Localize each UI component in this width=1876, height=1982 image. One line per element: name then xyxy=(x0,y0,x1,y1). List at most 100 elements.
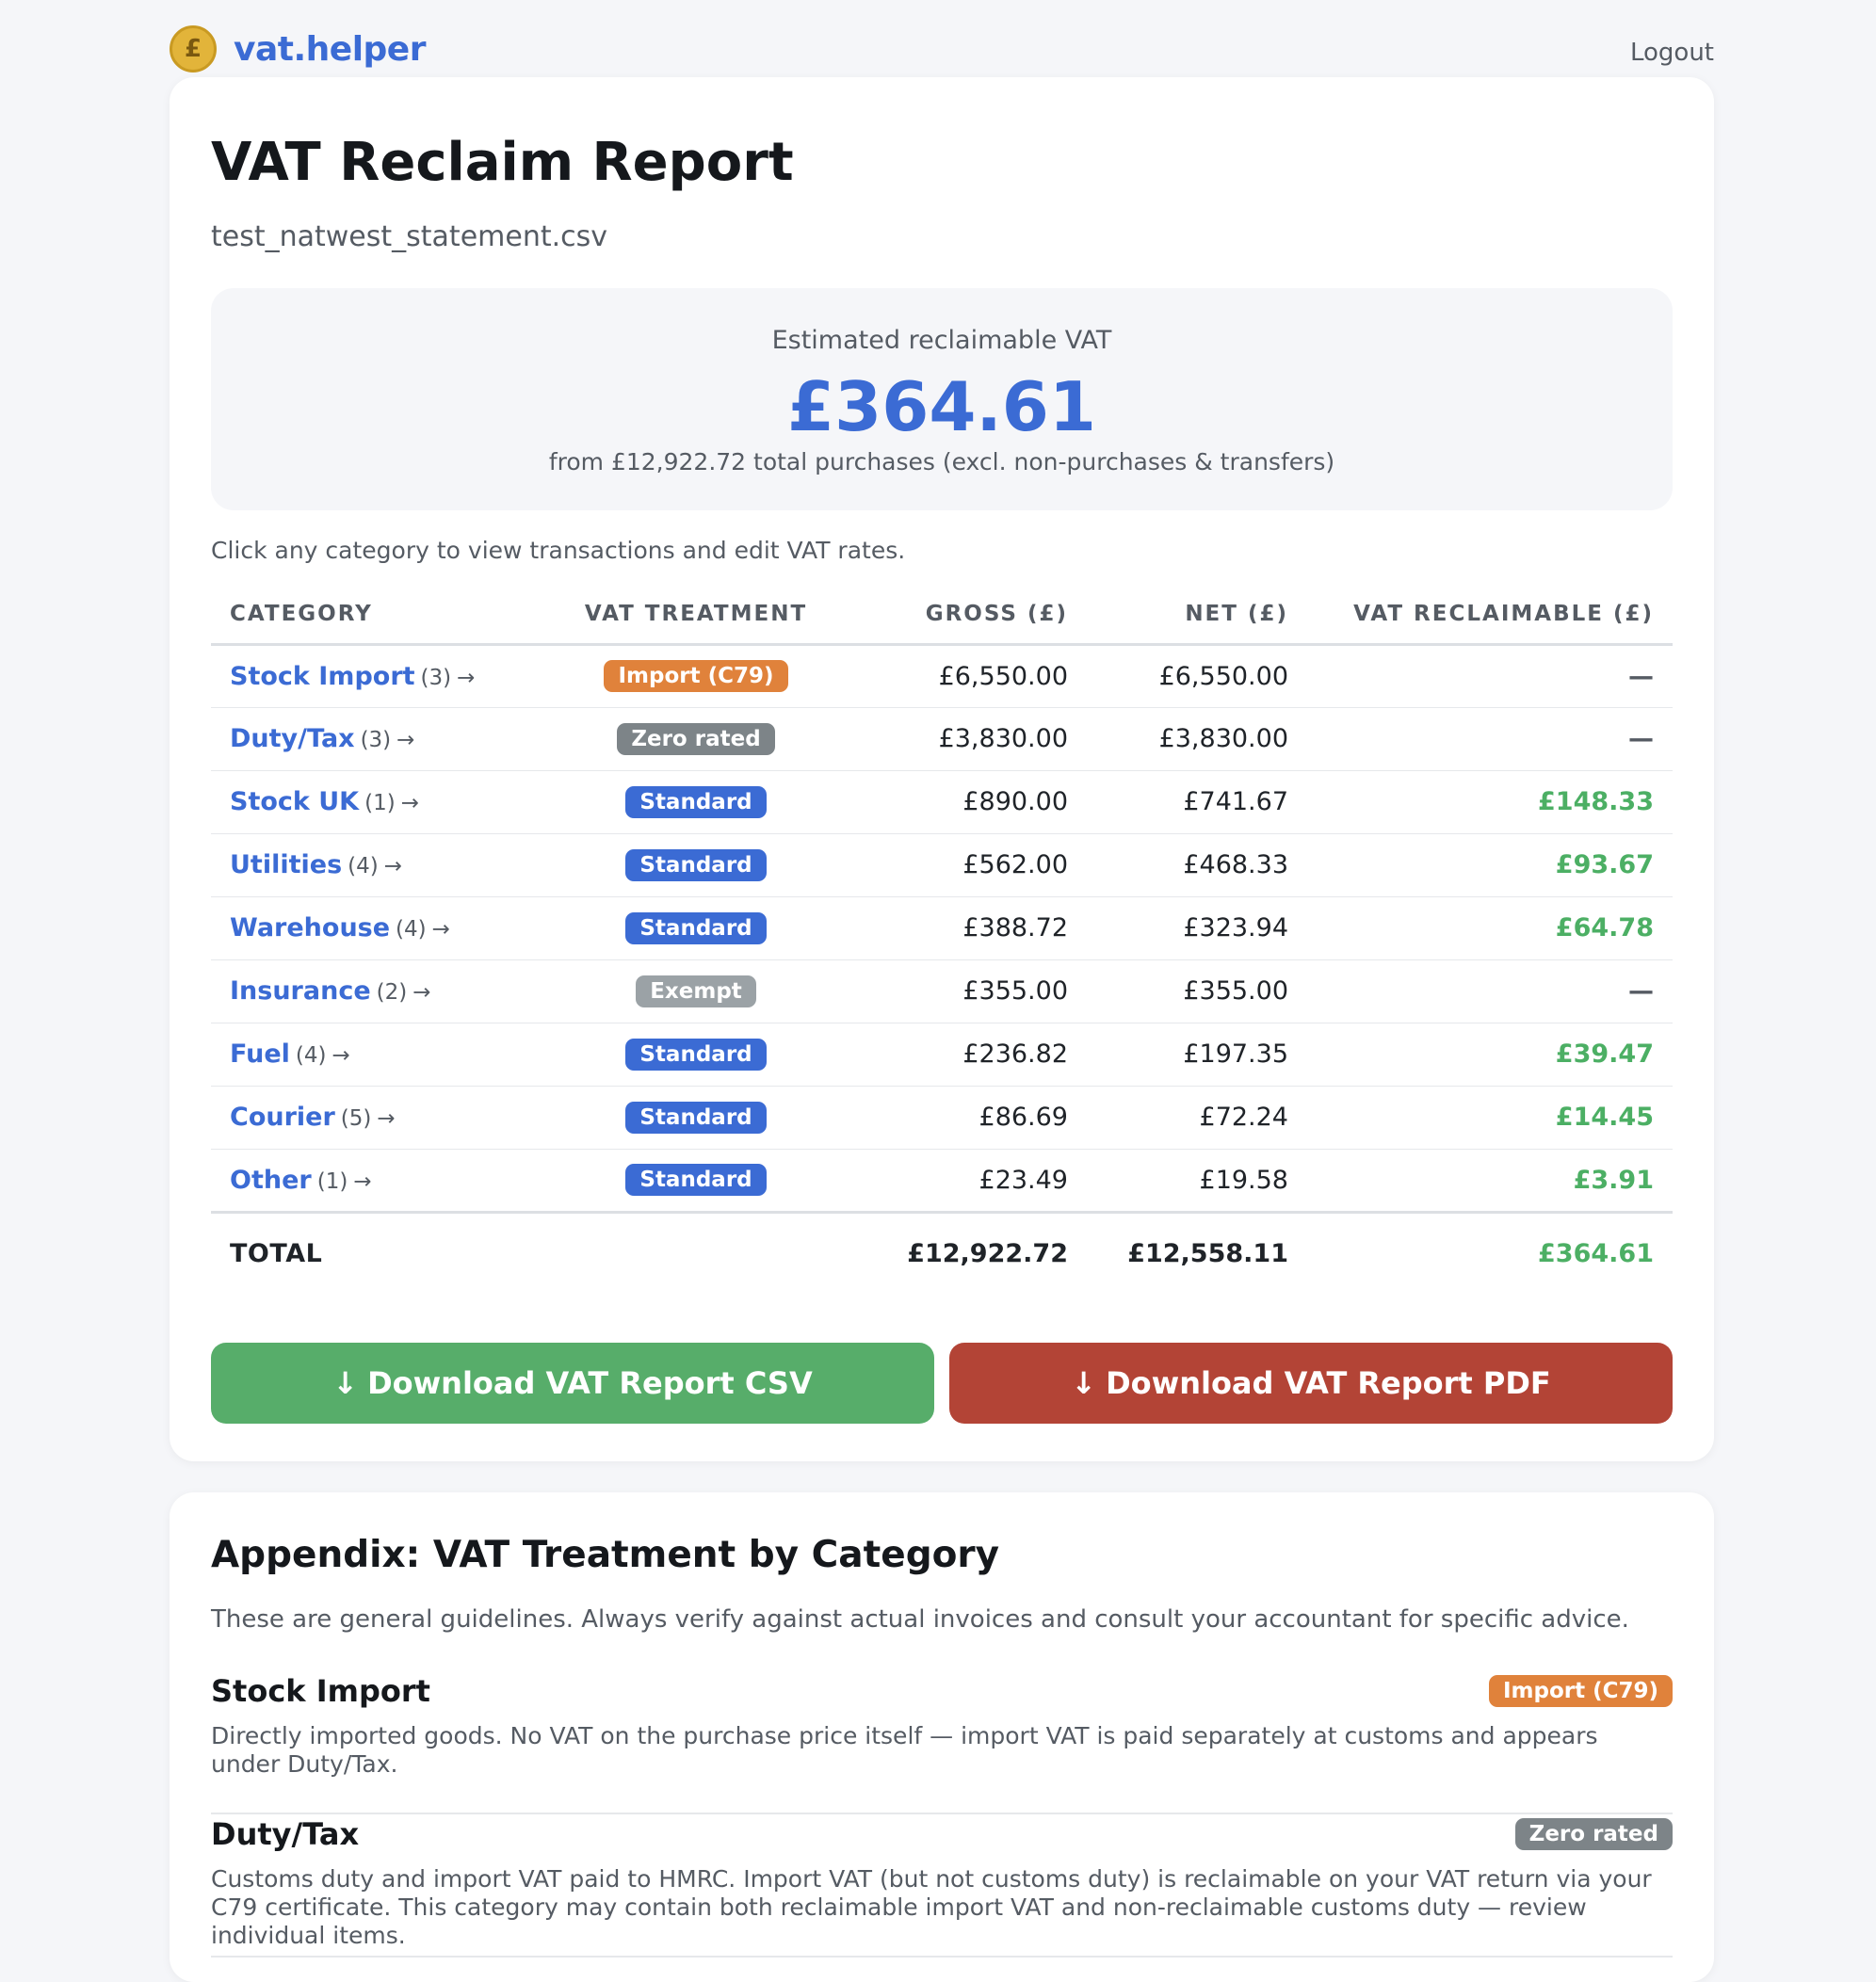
table-row[interactable]: Duty/Tax (3) → Zero rated £3,830.00 £3,830… xyxy=(211,707,1673,771)
treatment-badge: Standard xyxy=(625,1164,767,1196)
net-cell: £355.00 xyxy=(1087,959,1307,1023)
gross-cell: £562.00 xyxy=(842,833,1087,897)
table-header-row: CATEGORY VAT TREATMENT GROSS (£) NET (£)… xyxy=(211,586,1673,646)
category-link[interactable]: Warehouse xyxy=(230,913,390,943)
total-gross: £12,922.72 xyxy=(907,1239,1068,1269)
column-header-vat-reclaimable: VAT RECLAIMABLE (£) xyxy=(1307,586,1673,646)
page-title: VAT Reclaim Report xyxy=(211,132,794,193)
download-pdf-button[interactable]: ↓ Download VAT Report PDF xyxy=(949,1343,1673,1424)
treatment-badge: Import (C79) xyxy=(604,660,788,692)
total-row: TOTAL £12,922.72 £12,558.11 £364.61 xyxy=(211,1212,1673,1295)
column-header-treatment: VAT TREATMENT xyxy=(550,586,842,646)
total-label: TOTAL xyxy=(230,1239,323,1269)
vat-cell: £64.78 xyxy=(1307,896,1673,960)
net-cell: £3,830.00 xyxy=(1087,707,1307,771)
treatment-badge: Standard xyxy=(625,1101,767,1134)
appendix-title: Appendix: VAT Treatment by Category xyxy=(211,1534,1000,1576)
category-link[interactable]: Insurance xyxy=(230,976,371,1006)
treatment-badge: Zero rated xyxy=(617,722,775,755)
category-count: (2) xyxy=(376,980,408,1005)
vat-cell: — xyxy=(1307,959,1673,1023)
vat-cell: £14.45 xyxy=(1307,1086,1673,1150)
net-cell: £72.24 xyxy=(1087,1086,1307,1150)
column-header-category: CATEGORY xyxy=(211,586,550,646)
table-row[interactable]: Courier (5) → Standard £86.69 £72.24 £14.4… xyxy=(211,1086,1673,1150)
category-count: (3) xyxy=(420,665,452,690)
arrow-right-icon: → xyxy=(377,1106,396,1131)
net-cell: £197.35 xyxy=(1087,1023,1307,1087)
category-link[interactable]: Utilities xyxy=(230,850,342,879)
table-row[interactable]: Utilities (4) → Standard £562.00 £468.33 £… xyxy=(211,833,1673,897)
category-link[interactable]: Stock Import xyxy=(230,662,415,691)
category-link[interactable]: Stock UK xyxy=(230,787,359,816)
arrow-right-icon: → xyxy=(353,1168,372,1194)
net-cell: £741.67 xyxy=(1087,770,1307,834)
brand[interactable]: £ vat.helper xyxy=(170,25,426,73)
gross-cell: £3,830.00 xyxy=(842,707,1087,771)
logout-link[interactable]: Logout xyxy=(1630,39,1714,67)
summary-subtext: from £12,922.72 total purchases (excl. n… xyxy=(548,448,1335,475)
appendix-card: Appendix: VAT Treatment by Category Thes… xyxy=(170,1492,1714,1982)
category-count: (4) xyxy=(396,917,427,942)
net-cell: £468.33 xyxy=(1087,833,1307,897)
download-arrow-icon: ↓ xyxy=(1071,1365,1097,1401)
vat-summary-panel: Estimated reclaimable VAT £364.61 from £… xyxy=(211,288,1673,510)
brand-name: vat.helper xyxy=(234,29,426,69)
arrow-right-icon: → xyxy=(400,791,419,815)
net-cell: £6,550.00 xyxy=(1087,644,1307,708)
report-filename: test_natwest_statement.csv xyxy=(211,220,608,253)
report-card: VAT Reclaim Report test_natwest_statemen… xyxy=(170,77,1714,1461)
category-count: (1) xyxy=(364,791,396,815)
download-csv-button[interactable]: ↓ Download VAT Report CSV xyxy=(211,1343,934,1424)
category-count: (4) xyxy=(295,1043,327,1068)
download-pdf-label: Download VAT Report PDF xyxy=(1106,1365,1551,1401)
gross-cell: £890.00 xyxy=(842,770,1087,834)
category-link[interactable]: Duty/Tax xyxy=(230,724,355,753)
download-csv-label: Download VAT Report CSV xyxy=(367,1365,813,1401)
arrow-right-icon: → xyxy=(396,728,415,752)
category-link[interactable]: Other xyxy=(230,1166,312,1195)
table-hint: Click any category to view transactions … xyxy=(211,537,906,564)
vat-cell: £3.91 xyxy=(1307,1149,1673,1214)
category-link[interactable]: Courier xyxy=(230,1103,335,1132)
summary-amount: £364.61 xyxy=(787,367,1096,446)
appendix-item: Duty/Tax Zero rated Customs duty and imp… xyxy=(211,1816,1673,1958)
gross-cell: £355.00 xyxy=(842,959,1087,1023)
download-arrow-icon: ↓ xyxy=(332,1365,359,1401)
table-row[interactable]: Other (1) → Standard £23.49 £19.58 £3.91 xyxy=(211,1149,1673,1214)
appendix-item-name: Duty/Tax xyxy=(211,1816,360,1852)
table-row[interactable]: Warehouse (4) → Standard £388.72 £323.94 £… xyxy=(211,896,1673,960)
vat-cell: — xyxy=(1307,644,1673,708)
column-header-net: NET (£) xyxy=(1087,586,1307,646)
vat-cell: £93.67 xyxy=(1307,833,1673,897)
table-row[interactable]: Stock Import (3) → Import (C79) £6,550.00 … xyxy=(211,644,1673,708)
gross-cell: £23.49 xyxy=(842,1149,1087,1214)
table-row[interactable]: Fuel (4) → Standard £236.82 £197.35 £39.47 xyxy=(211,1023,1673,1087)
treatment-badge: Standard xyxy=(625,848,767,881)
category-count: (1) xyxy=(316,1168,348,1194)
gross-cell: £388.72 xyxy=(842,896,1087,960)
category-count: (5) xyxy=(340,1106,372,1131)
net-cell: £323.94 xyxy=(1087,896,1307,960)
appendix-item-description: Directly imported goods. No VAT on the p… xyxy=(211,1722,1598,1778)
arrow-right-icon: → xyxy=(431,917,450,942)
vat-cell: — xyxy=(1307,707,1673,771)
column-header-gross: GROSS (£) xyxy=(842,586,1087,646)
total-vat-reclaimable: £364.61 xyxy=(1538,1239,1654,1269)
gross-cell: £6,550.00 xyxy=(842,644,1087,708)
appendix-item-description: Customs duty and import VAT paid to HMRC… xyxy=(211,1865,1652,1949)
table-row[interactable]: Stock UK (1) → Standard £890.00 £741.67 £1… xyxy=(211,770,1673,834)
appendix-item-name: Stock Import xyxy=(211,1673,430,1709)
arrow-right-icon: → xyxy=(412,980,431,1005)
top-bar: £ vat.helper Logout xyxy=(170,24,1714,73)
summary-label: Estimated reclaimable VAT xyxy=(771,326,1112,355)
category-link[interactable]: Fuel xyxy=(230,1039,290,1069)
appendix-item: Stock Import Import (C79) Directly impor… xyxy=(211,1673,1673,1814)
treatment-badge: Import (C79) xyxy=(1488,1675,1673,1707)
arrow-right-icon: → xyxy=(332,1043,350,1068)
total-net: £12,558.11 xyxy=(1127,1239,1288,1269)
category-count: (4) xyxy=(348,854,379,878)
table-row[interactable]: Insurance (2) → Exempt £355.00 £355.00 — xyxy=(211,959,1673,1023)
vat-cell: £148.33 xyxy=(1307,770,1673,834)
appendix-intro: These are general guidelines. Always ver… xyxy=(211,1605,1629,1634)
